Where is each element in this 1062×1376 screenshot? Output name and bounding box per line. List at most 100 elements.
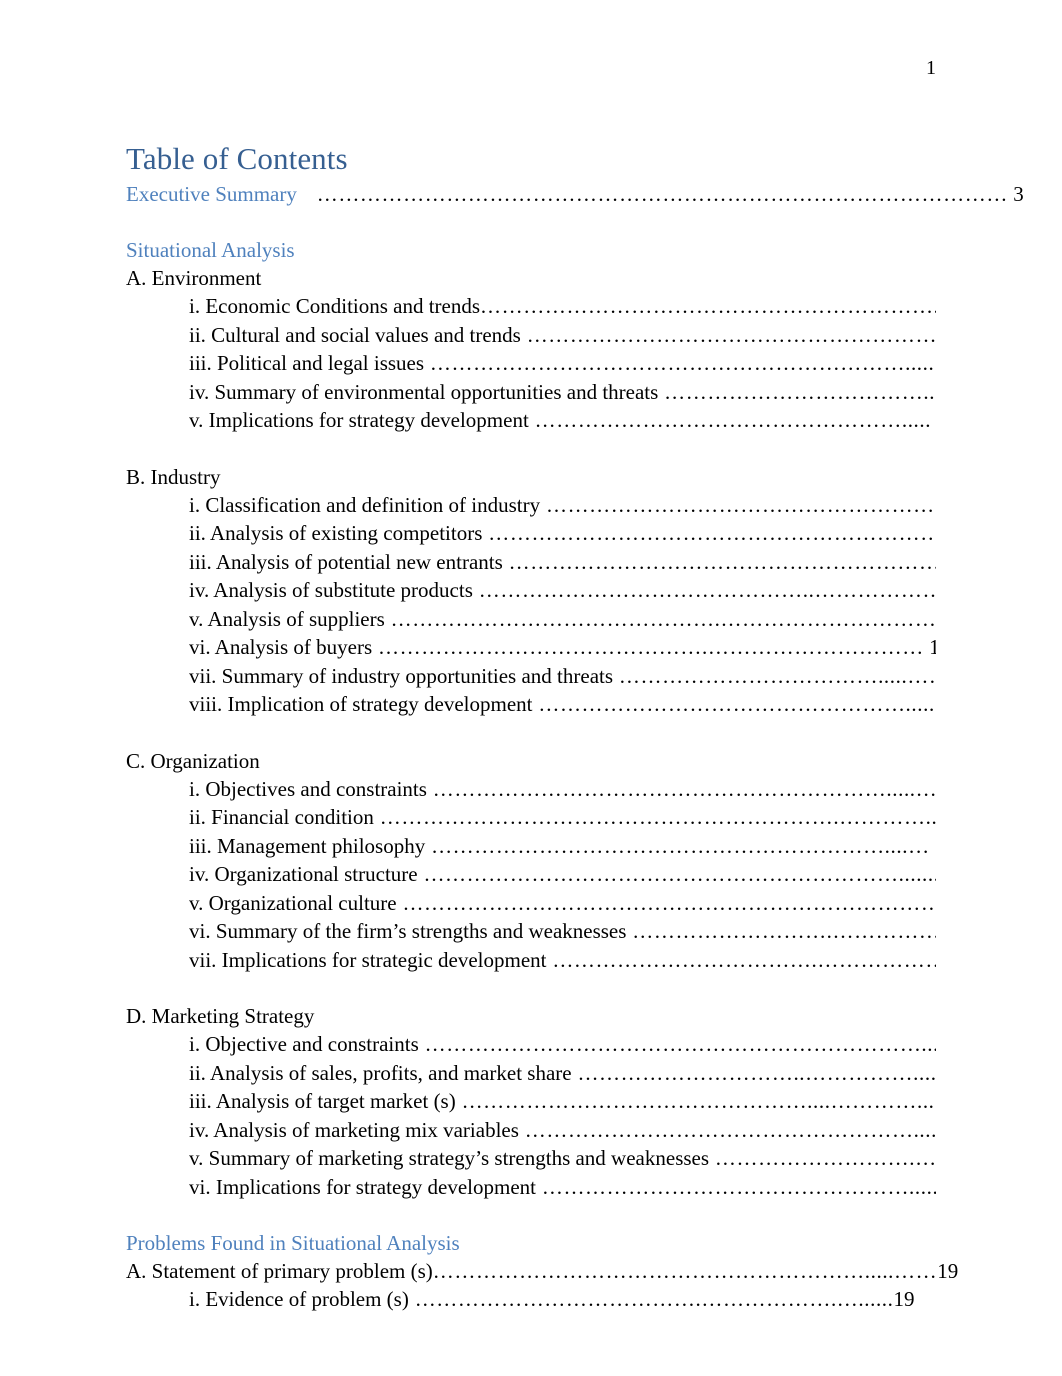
toc-item-text: iv. Organizational structure xyxy=(189,862,418,886)
dot-leader: ……………………………….………………..... xyxy=(546,947,936,972)
toc-group-a-statement-of-primary-problem[interactable]: A. Statement of primary problem (s)……………… xyxy=(126,1257,958,1285)
toc-item-text: vi. Summary of the firm’s strengths and … xyxy=(189,919,627,943)
toc-item-text: i. Evidence of problem (s) xyxy=(189,1287,409,1311)
toc-group-c-organization[interactable]: C. Organization xyxy=(126,747,936,775)
toc-item[interactable]: ii. Analysis of sales, profits, and mark… xyxy=(126,1059,936,1088)
toc-item[interactable]: i. Evidence of problem (s) …………………………………… xyxy=(126,1285,936,1314)
dot-leader: …………………………………………………………......... xyxy=(417,862,936,886)
toc-item-text: iii. Political and legal issues xyxy=(189,351,425,375)
toc-item[interactable]: iv. Analysis of marketing mix variables … xyxy=(126,1116,936,1145)
toc-group-label: A. Statement of primary problem (s) xyxy=(126,1259,433,1283)
toc-item-text: i. Economic Conditions and trends xyxy=(189,294,481,318)
toc-item-text: i. Classification and definition of indu… xyxy=(189,492,541,517)
dot-leader: …………………………………………………………………………………… xyxy=(310,182,1008,206)
toc-item[interactable]: iii. Political and legal issues ……………………… xyxy=(126,349,936,378)
dot-leader: ……………………………………………….... xyxy=(518,1117,936,1142)
dot-leader: …………………………………………………...….. xyxy=(526,322,936,347)
dot-leader: ……………………………………………………….… xyxy=(482,521,936,545)
toc-page-number: 14 xyxy=(930,834,936,858)
toc-item[interactable]: i. Objectives and constraints …………………………… xyxy=(126,775,936,804)
dot-leader: ………………………………….……………….…...... xyxy=(408,1287,894,1311)
toc-item-text: ii. Analysis of sales, profits, and mark… xyxy=(189,1060,572,1085)
toc-item-text: iii. Analysis of target market (s) xyxy=(189,1089,456,1113)
toc-item[interactable]: ii. Financial condition …………………………………………… xyxy=(126,803,936,832)
toc-item-text: i. Objectives and constraints xyxy=(189,776,427,801)
dot-leader: ……………………….… xyxy=(709,1146,936,1170)
toc-item[interactable]: v. Implications for strategy development… xyxy=(126,406,936,435)
toc-page-number: 6 xyxy=(934,351,936,375)
toc-item[interactable]: vii. Implications for strategic developm… xyxy=(126,946,936,975)
toc-group-d-marketing-strategy[interactable]: D. Marketing Strategy xyxy=(126,1002,936,1030)
dot-leader: ………………………………………………………..… xyxy=(480,294,936,318)
toc-item[interactable]: v. Analysis of suppliers ………………………………………… xyxy=(126,605,936,634)
page-number: 1 xyxy=(926,57,936,79)
toc-item[interactable]: iii. Analysis of target market (s) ……………… xyxy=(126,1087,936,1116)
toc-item-text: vi. Analysis of buyers xyxy=(189,635,373,659)
dot-leader: …………………………………………....…………... xyxy=(455,1089,935,1113)
dot-leader: ………………………………………………………… xyxy=(502,549,936,574)
toc-item-text: v. Implications for strategy development xyxy=(189,408,529,432)
dot-leader: ……………………….………………… xyxy=(632,919,936,943)
toc-item[interactable]: iii. Analysis of potential new entrants … xyxy=(126,548,936,577)
toc-item-text: vii. Implications for strategic developm… xyxy=(189,947,547,972)
page-header: 1 xyxy=(126,56,936,80)
toc-page-number: 3 xyxy=(1007,182,1024,206)
toc-item[interactable]: iv. Summary of environmental opportuniti… xyxy=(126,378,936,407)
page-title: Table of Contents xyxy=(126,141,348,176)
toc-item-text: ii. Analysis of existing competitors xyxy=(189,521,483,545)
toc-item[interactable]: iv. Analysis of substitute products …………… xyxy=(126,576,936,605)
toc-item[interactable]: v. Summary of marketing strategy’s stren… xyxy=(126,1144,936,1173)
toc-item[interactable]: ii. Cultural and social values and trend… xyxy=(126,321,936,350)
toc-item-text: v. Organizational culture xyxy=(189,890,397,915)
toc-item[interactable]: i. Classification and definition of indu… xyxy=(126,491,936,520)
toc-item-text: iii. Analysis of potential new entrants xyxy=(189,549,503,574)
toc-page-number: 10 xyxy=(929,635,936,659)
toc-item[interactable]: vii. Summary of industry opportunities a… xyxy=(126,662,936,691)
toc-item[interactable]: ii. Analysis of existing competitors ………… xyxy=(126,519,936,548)
dot-leader: ………………………………..... xyxy=(658,379,936,404)
dot-leader: …………………………………………………….....…… xyxy=(432,1259,938,1283)
toc-entry-executive-summary[interactable]: Executive Summary …………………………………………………………… xyxy=(126,180,1024,208)
toc-item-text: viii. Implication of strategy developmen… xyxy=(189,692,533,716)
toc-item[interactable]: vi. Implications for strategy developmen… xyxy=(126,1173,936,1202)
toc-page-number: 19 xyxy=(893,1287,915,1311)
toc-item[interactable]: i. Economic Conditions and trends…………………… xyxy=(126,292,936,321)
table-of-contents: Table of Contents Executive Summary …………… xyxy=(126,140,1024,1314)
toc-section-heading[interactable]: Problems Found in Situational Analysis xyxy=(126,1229,936,1257)
toc-item[interactable]: iv. Organizational structure ……………………………… xyxy=(126,860,936,889)
toc-page-number: 7 xyxy=(931,408,936,432)
toc-item-text: ii. Financial condition xyxy=(189,805,374,829)
dot-leader: …………………………………………………………….....… xyxy=(418,1032,936,1056)
toc-group-a-environment[interactable]: A. Environment xyxy=(126,264,936,292)
toc-item-text: iv. Summary of environmental opportuniti… xyxy=(189,379,659,404)
toc-item[interactable]: v. Organizational culture ……………………………………… xyxy=(126,889,936,918)
toc-item[interactable]: iii. Management philosophy …………………………………… xyxy=(126,832,936,861)
toc-item[interactable]: vi. Summary of the firm’s strengths and … xyxy=(126,917,936,946)
toc-item[interactable]: i. Objective and constraints ……………………………… xyxy=(126,1030,936,1059)
toc-section-heading[interactable]: Situational Analysis xyxy=(126,236,936,264)
toc-item-text: v. Analysis of suppliers xyxy=(189,606,385,631)
dot-leader: ………………………………………………………....… xyxy=(425,833,930,858)
dot-leader: ……………………………….....…… xyxy=(613,663,936,688)
dot-leader: ……………………………………….……………………………. xyxy=(384,606,936,631)
dot-leader: …………………………..…………….... xyxy=(571,1060,936,1085)
toc-group-b-industry[interactable]: B. Industry xyxy=(126,463,936,491)
toc-item[interactable]: viii. Implication of strategy developmen… xyxy=(126,690,936,719)
toc-page-number: 19 xyxy=(937,1259,959,1283)
toc-item-text: iv. Analysis of substitute products xyxy=(189,578,473,602)
dot-leader: ……………………………………………………….....… xyxy=(426,776,936,801)
toc-item-text: iv. Analysis of marketing mix variables xyxy=(189,1117,519,1142)
toc-item-text: i. Objective and constraints xyxy=(189,1032,419,1056)
toc-item-text: v. Summary of marketing strategy’s stren… xyxy=(189,1146,710,1170)
document-page: 1 Table of Contents Executive Summary ……… xyxy=(0,0,1062,1376)
dot-leader: ……………………………………………..... xyxy=(528,408,932,432)
dot-leader: ………………………………………..……………… xyxy=(472,578,936,602)
toc-entry-label: Executive Summary xyxy=(126,182,297,206)
toc-item[interactable]: vi. Analysis of buyers ……………………………………….…… xyxy=(126,633,936,662)
dot-leader: …………………………………………………………..... xyxy=(424,351,935,375)
toc-item-text: iii. Management philosophy xyxy=(189,833,426,858)
